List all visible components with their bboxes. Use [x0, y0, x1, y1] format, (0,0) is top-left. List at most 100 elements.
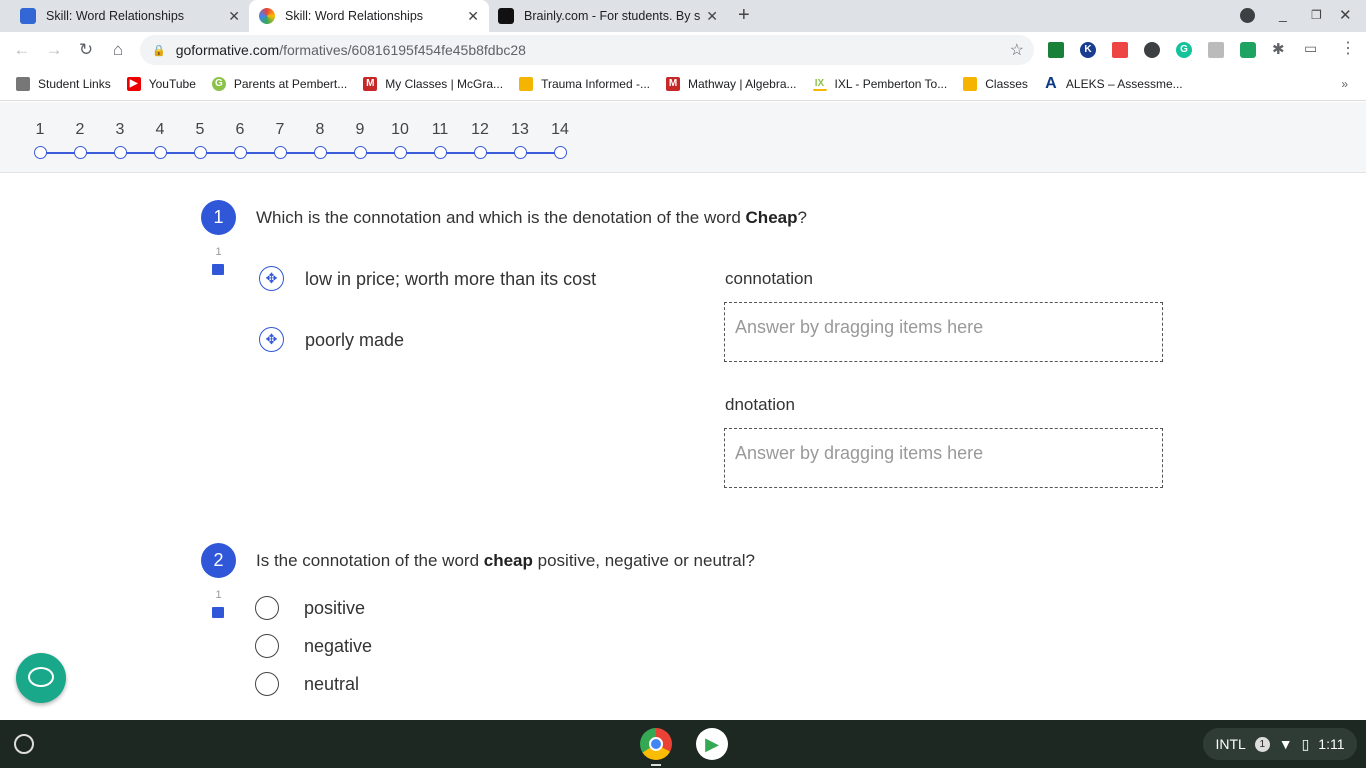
bookmark-label: Classes — [985, 77, 1028, 91]
pager-dot[interactable] — [394, 146, 407, 159]
draggable-item[interactable]: low in price; worth more than its cost — [305, 269, 596, 290]
pager-dot[interactable] — [234, 146, 247, 159]
launcher-button[interactable] — [14, 734, 34, 754]
denotation-drop-zone[interactable]: Answer by dragging items here — [724, 428, 1163, 488]
formative-icon — [259, 8, 275, 24]
bookmark-mathway[interactable]: M Mathway | Algebra... — [665, 77, 797, 91]
bookmark-aleks[interactable]: A ALEKS – Assessme... — [1044, 76, 1183, 92]
pager-dot[interactable] — [554, 146, 567, 159]
forward-button[interactable]: → — [44, 40, 64, 60]
pager-number[interactable]: 3 — [105, 121, 135, 139]
chrome-icon[interactable] — [640, 728, 672, 760]
pager-dot[interactable] — [434, 146, 447, 159]
reload-button[interactable]: ↻ — [76, 40, 96, 60]
keyboard-layout: INTL — [1215, 736, 1246, 752]
pager-dot[interactable] — [314, 146, 327, 159]
pager-number[interactable]: 9 — [345, 121, 375, 139]
pager-number[interactable]: 8 — [305, 121, 335, 139]
bookmark-mcgraw[interactable]: M My Classes | McGra... — [363, 77, 503, 91]
menu-icon[interactable]: ⋮ — [1340, 38, 1356, 58]
tab-2[interactable]: Skill: Word Relationships ✕ — [249, 0, 489, 32]
pager-dot[interactable] — [474, 146, 487, 159]
close-tab-icon[interactable]: ✕ — [467, 8, 479, 25]
megaphone-extension-icon[interactable] — [1112, 42, 1128, 58]
question-text: Which is the connotation and which is th… — [256, 208, 746, 227]
brainly-icon — [498, 8, 514, 24]
pager-dot[interactable] — [194, 146, 207, 159]
screencastify-extension-icon[interactable] — [1240, 42, 1256, 58]
option-label[interactable]: neutral — [304, 674, 359, 695]
radio-positive[interactable] — [255, 596, 279, 620]
chat-button[interactable] — [16, 653, 66, 703]
pager-dot[interactable] — [354, 146, 367, 159]
bookmark-star-icon[interactable]: ☆ — [1010, 40, 1024, 60]
drag-handle-icon[interactable]: ✥ — [259, 266, 284, 291]
pager-number[interactable]: 7 — [265, 121, 295, 139]
pager-dot[interactable] — [74, 146, 87, 159]
address-bar[interactable]: 🔒 goformative.com/formatives/60816195f45… — [140, 35, 1034, 65]
cast-icon[interactable]: ▭ — [1304, 40, 1317, 57]
close-window-button[interactable]: ✕ — [1339, 6, 1352, 24]
bookmark-label: Trauma Informed -... — [541, 77, 650, 91]
connotation-drop-zone[interactable]: Answer by dragging items here — [724, 302, 1163, 362]
new-tab-button[interactable]: + — [738, 4, 750, 27]
drop-zone-placeholder: Answer by dragging items here — [735, 443, 984, 463]
pager-number[interactable]: 5 — [185, 121, 215, 139]
tab-search-icon[interactable] — [1240, 8, 1255, 23]
pager-dot[interactable] — [114, 146, 127, 159]
pager-dot[interactable] — [34, 146, 47, 159]
comment-icon[interactable] — [212, 264, 224, 275]
minimize-button[interactable]: _ — [1279, 6, 1287, 22]
mathway-icon: M — [665, 77, 680, 91]
option-label[interactable]: negative — [304, 636, 372, 657]
back-button[interactable]: ← — [12, 40, 32, 60]
extensions-puzzle-icon[interactable]: ✱ — [1272, 40, 1285, 58]
pager-number[interactable]: 14 — [545, 121, 575, 139]
comment-icon[interactable] — [212, 607, 224, 618]
g-icon: G — [211, 77, 226, 91]
option-label[interactable]: positive — [304, 598, 365, 619]
pager-dot[interactable] — [274, 146, 287, 159]
bookmark-trauma[interactable]: Trauma Informed -... — [519, 77, 650, 91]
pager-number[interactable]: 4 — [145, 121, 175, 139]
radio-neutral[interactable] — [255, 672, 279, 696]
pager-number[interactable]: 13 — [505, 121, 535, 139]
chat-bubble-icon — [28, 667, 54, 687]
classroom-icon — [963, 77, 978, 91]
question-text: Is the connotation of the word — [256, 551, 484, 570]
bookmark-youtube[interactable]: ▶ YouTube — [126, 77, 196, 91]
read-aloud-extension-icon[interactable] — [1144, 42, 1160, 58]
grammarly-extension-icon[interactable]: G — [1176, 42, 1192, 58]
drag-handle-icon[interactable]: ✥ — [259, 327, 284, 352]
draggable-item[interactable]: poorly made — [305, 330, 404, 351]
sheets-extension-icon[interactable] — [1048, 42, 1064, 58]
close-tab-icon[interactable]: ✕ — [706, 8, 718, 25]
radio-negative[interactable] — [255, 634, 279, 658]
pager-number[interactable]: 10 — [385, 121, 415, 139]
pager-dot[interactable] — [154, 146, 167, 159]
tab-title: Brainly.com - For students. By students. — [524, 9, 701, 23]
pager-number[interactable]: 2 — [65, 121, 95, 139]
pager-number[interactable]: 1 — [25, 121, 55, 139]
bookmark-parents[interactable]: G Parents at Pembert... — [211, 77, 347, 91]
home-button[interactable]: ⌂ — [108, 40, 128, 60]
tab-title: Skill: Word Relationships — [46, 9, 185, 23]
pager-number[interactable]: 6 — [225, 121, 255, 139]
bookmark-student-links[interactable]: Student Links — [16, 77, 111, 91]
kami-extension-icon[interactable]: K — [1080, 42, 1096, 58]
close-tab-icon[interactable]: ✕ — [228, 8, 240, 25]
system-tray[interactable]: INTL 1 ▼ ▯ 1:11 — [1203, 728, 1357, 760]
bookmark-classes[interactable]: Classes — [963, 77, 1028, 91]
play-store-icon[interactable]: ▶ — [696, 728, 728, 760]
question-text: ? — [797, 208, 807, 227]
bookmark-ixl[interactable]: IX IXL - Pemberton To... — [812, 77, 947, 91]
restore-button[interactable]: ❐ — [1311, 8, 1322, 22]
pager-dot[interactable] — [514, 146, 527, 159]
tab-3[interactable]: Brainly.com - For students. By students.… — [488, 0, 728, 32]
pager-number[interactable]: 12 — [465, 121, 495, 139]
extension-icon[interactable] — [1208, 42, 1224, 58]
bookmark-label: Student Links — [38, 77, 111, 91]
more-bookmarks-button[interactable]: » — [1341, 77, 1348, 91]
tab-1[interactable]: Skill: Word Relationships ✕ — [10, 0, 250, 32]
pager-number[interactable]: 11 — [425, 121, 455, 139]
